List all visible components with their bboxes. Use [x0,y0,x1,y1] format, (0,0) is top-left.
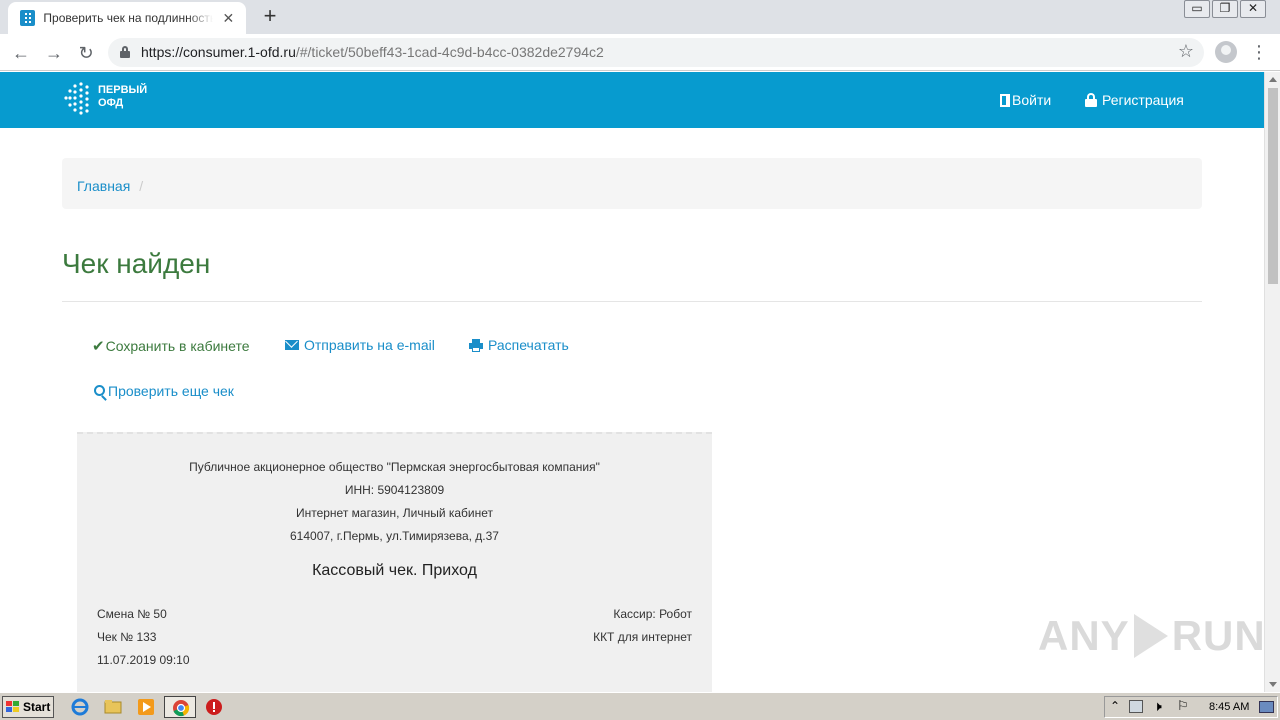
site-header: ПЕРВЫЙ ОФД Войти Регистрация [0,72,1264,128]
receipt: Публичное акционерное общество "Пермская… [77,432,712,692]
receipt-address: 614007, г.Пермь, ул.Тимирязева, д.37 [290,529,499,543]
site-logo[interactable]: ПЕРВЫЙ ОФД [62,79,152,119]
breadcrumb-separator: / [139,178,144,194]
logo-dots-icon [64,82,89,115]
divider [62,301,1202,302]
lock-icon [1085,93,1097,107]
network-icon[interactable] [1129,700,1143,713]
receipt-check-number: Чек № 133 [97,630,157,644]
back-arrow-icon[interactable]: ← [9,41,33,65]
receipt-cashier: Кассир: Робот [613,607,692,621]
stop-sign-icon[interactable] [205,698,223,716]
folder-icon[interactable] [104,698,122,716]
print-label: Распечатать [488,337,569,353]
scroll-up-arrow-icon[interactable] [1269,77,1277,82]
page-scrollbar[interactable] [1264,72,1280,692]
receipt-store: Интернет магазин, Личный кабинет [295,506,494,520]
reload-icon[interactable]: ↻ [74,41,98,65]
browser-tab-bar: Проверить чек на подлинность онлайн ✕ + … [0,0,1280,34]
login-label: Войти [1012,92,1052,108]
minimize-button[interactable]: ▭ [1184,0,1210,18]
taskbar: Start ⌃ 🕨 ⚐ 8:45 AM [0,692,1280,720]
menu-kebab-icon[interactable]: ⋮ [1250,42,1268,63]
windows-logo-icon [6,701,20,713]
close-window-button[interactable]: ✕ [1240,0,1266,18]
breadcrumb: Главная / [62,158,1202,209]
check-another-label: Проверить еще чек [108,383,234,399]
send-email-link[interactable]: Отправить на e-mail [285,337,435,353]
chrome-icon [173,700,190,717]
new-tab-button[interactable]: + [258,5,282,29]
print-link[interactable]: Распечатать [469,337,569,353]
save-to-cabinet-link[interactable]: ✔ Сохранить в кабинете [92,337,250,355]
page-title: Чек найден [62,248,211,279]
internet-explorer-icon[interactable] [71,698,89,716]
tab-close-icon[interactable]: ✕ [221,10,236,27]
check-another-link[interactable]: Проверить еще чек [94,383,234,399]
chrome-taskbar-button[interactable] [164,696,196,718]
anyrun-watermark: ANY RUN [1038,612,1264,659]
start-label: Start [23,700,51,714]
bookmark-star-icon[interactable]: ☆ [1178,41,1194,62]
receipt-kkt: ККТ для интернет [593,630,692,644]
window-controls: ▭ ❐ ✕ [1182,0,1266,18]
lock-icon [120,46,130,58]
register-link[interactable]: Регистрация [1085,92,1184,108]
url-text: https://consumer.1-ofd.ru/#/ticket/50bef… [141,44,604,60]
scroll-down-arrow-icon[interactable] [1269,682,1277,687]
email-label: Отправить на e-mail [304,337,435,353]
browser-toolbar: ← → ↻ https://consumer.1-ofd.ru/#/ticket… [0,34,1280,71]
browser-tab[interactable]: Проверить чек на подлинность онлайн ✕ [8,2,246,34]
register-label: Регистрация [1102,92,1184,108]
login-link[interactable]: Войти [1000,92,1051,108]
profile-avatar-icon[interactable] [1215,41,1237,63]
receipt-title: Кассовый чек. Приход [312,562,477,579]
search-icon [94,384,105,396]
envelope-icon [285,340,299,350]
receipt-datetime: 11.07.2019 09:10 [97,653,190,667]
forward-arrow-icon[interactable]: → [42,41,66,65]
save-label: Сохранить в кабинете [105,338,250,354]
play-icon [1133,614,1168,658]
receipt-inn: ИНН: 5904123809 [344,483,445,497]
show-desktop-icon[interactable] [1259,701,1274,713]
scroll-thumb[interactable] [1268,88,1278,284]
web-page: ПЕРВЫЙ ОФД Войти Регистрация Главная / Че… [0,72,1264,692]
flag-icon[interactable]: ⚐ [1177,698,1189,714]
door-icon [1000,93,1010,107]
checkmark-icon: ✔ [92,338,105,355]
system-tray: ⌃ 🕨 ⚐ 8:45 AM [1104,696,1278,718]
address-bar[interactable]: https://consumer.1-ofd.ru/#/ticket/50bef… [108,38,1204,67]
logo-text: ПЕРВЫЙ ОФД [98,84,148,109]
volume-icon[interactable]: 🕨 [1153,698,1162,715]
tab-title: Проверить чек на подлинность онлайн [43,11,213,25]
site-favicon-icon [20,10,36,26]
start-button[interactable]: Start [2,696,54,718]
maximize-button[interactable]: ❐ [1212,0,1238,18]
receipt-company: Публичное акционерное общество "Пермская… [189,460,600,474]
printer-icon [469,338,483,352]
tray-expand-icon[interactable]: ⌃ [1110,699,1120,713]
breadcrumb-home-link[interactable]: Главная [77,178,130,194]
receipt-shift: Смена № 50 [97,607,167,621]
media-player-icon[interactable] [137,698,155,716]
clock-time: 8:45 AM [1209,701,1250,713]
